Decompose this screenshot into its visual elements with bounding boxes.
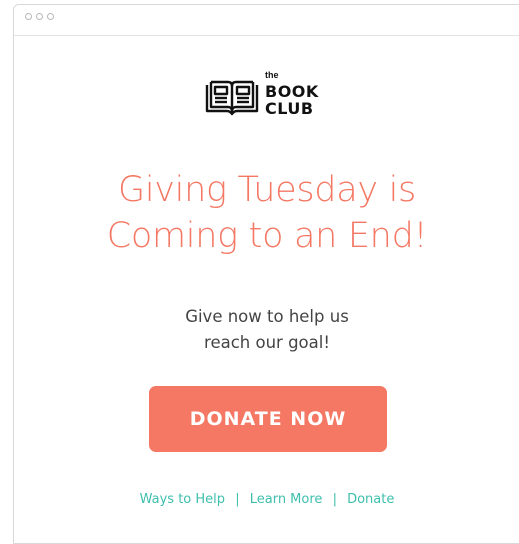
window-controls (25, 13, 54, 20)
headline: Giving Tuesday is Coming to an End! (14, 167, 519, 259)
footer-separator: | (235, 492, 240, 507)
footer-link-ways-to-help[interactable]: Ways to Help (140, 492, 225, 507)
logo-club-text: CLUB (265, 99, 314, 118)
email-preview-window: the BOOK CLUB Giving Tuesday is Coming t… (13, 4, 519, 544)
book-club-logo: the BOOK CLUB (204, 70, 334, 130)
footer-separator: | (332, 492, 337, 507)
open-book-icon (205, 80, 259, 116)
logo-book-text: BOOK (265, 82, 319, 101)
headline-line-1: Giving Tuesday is (118, 170, 416, 210)
footer-link-learn-more[interactable]: Learn More (250, 492, 323, 507)
window-dot-maximize-icon[interactable] (47, 13, 54, 20)
subheadline: Give now to help us reach our goal! (14, 304, 519, 356)
footer-links: Ways to Help | Learn More | Donate (14, 492, 519, 507)
window-dot-close-icon[interactable] (25, 13, 32, 20)
logo-the-text: the (265, 70, 279, 80)
window-titlebar (14, 5, 519, 36)
donate-now-button[interactable]: DONATE NOW (149, 386, 387, 452)
footer-link-donate[interactable]: Donate (347, 492, 394, 507)
subheadline-line-1: Give now to help us (185, 307, 349, 326)
subheadline-line-2: reach our goal! (204, 333, 330, 352)
headline-line-2: Coming to an End! (106, 216, 428, 256)
window-dot-minimize-icon[interactable] (36, 13, 43, 20)
